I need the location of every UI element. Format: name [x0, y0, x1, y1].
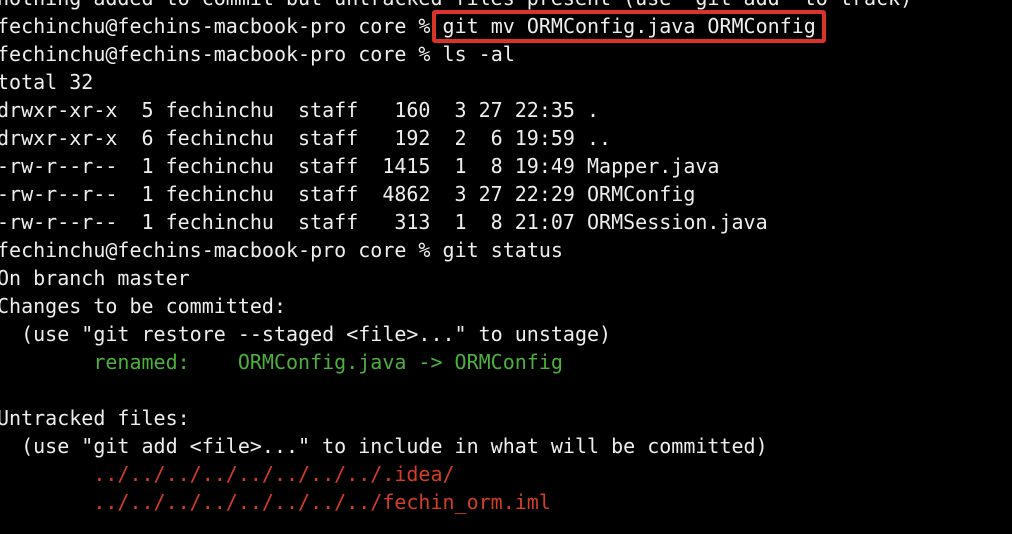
shell-command: git status — [442, 238, 563, 262]
terminal-line: ../../../../../../../../.idea/ — [0, 460, 912, 488]
terminal-line: -rw-r--r-- 1 fechinchu staff 1415 1 8 19… — [0, 152, 912, 180]
terminal-line: drwxr-xr-x 6 fechinchu staff 192 2 6 19:… — [0, 124, 912, 152]
ls-entry: -rw-r--r-- 1 fechinchu staff 313 1 8 21:… — [0, 210, 768, 234]
terminal-line: Untracked files: — [0, 404, 912, 432]
terminal-line: Changes to be committed: — [0, 292, 912, 320]
terminal-line: fechinchu@fechins-macbook-pro core % git… — [0, 236, 912, 264]
ls-total: total 32 — [0, 70, 94, 94]
terminal-line: total 32 — [0, 68, 912, 96]
terminal-line: drwxr-xr-x 5 fechinchu staff 160 3 27 22… — [0, 96, 912, 124]
shell-prompt: fechinchu@fechins-macbook-pro core % — [0, 238, 443, 262]
shell-command: ls -al — [442, 42, 515, 66]
untracked-hint: (use "git add <file>..." to include in w… — [0, 434, 768, 458]
terminal-line: -rw-r--r-- 1 fechinchu staff 313 1 8 21:… — [0, 208, 912, 236]
terminal-line: fechinchu@fechins-macbook-pro core % ls … — [0, 40, 912, 68]
shell-prompt: fechinchu@fechins-macbook-pro core % — [0, 42, 443, 66]
terminal-output: nothing added to commit but untracked fi… — [0, 0, 912, 516]
staged-hint: (use "git restore --staged <file>..." to… — [0, 322, 612, 346]
renamed-file-entry: renamed: ORMConfig.java -> ORMConfig — [0, 350, 563, 374]
terminal-line: (use "git restore --staged <file>..." to… — [0, 320, 912, 348]
terminal-line: On branch master — [0, 264, 912, 292]
ls-entry: drwxr-xr-x 6 fechinchu staff 192 2 6 19:… — [0, 126, 612, 150]
terminal-window[interactable]: nothing added to commit but untracked fi… — [0, 0, 1012, 534]
branch-status: On branch master — [0, 266, 190, 290]
terminal-line: ../../../../../../../../fechin_orm.iml — [0, 488, 912, 516]
git-status-message: nothing added to commit but untracked fi… — [0, 0, 912, 10]
terminal-line: (use "git add <file>..." to include in w… — [0, 432, 912, 460]
terminal-line: -rw-r--r-- 1 fechinchu staff 4862 3 27 2… — [0, 180, 912, 208]
shell-prompt: fechinchu@fechins-macbook-pro core % — [0, 14, 443, 38]
untracked-file-entry: ../../../../../../../../.idea/ — [0, 462, 455, 486]
terminal-line: renamed: ORMConfig.java -> ORMConfig — [0, 348, 912, 376]
command-highlight-box — [432, 10, 826, 43]
ls-entry: -rw-r--r-- 1 fechinchu staff 1415 1 8 19… — [0, 154, 720, 178]
untracked-file-entry: ../../../../../../../../fechin_orm.iml — [0, 490, 551, 514]
staged-header: Changes to be committed: — [0, 294, 286, 318]
untracked-header: Untracked files: — [0, 406, 190, 430]
ls-entry: -rw-r--r-- 1 fechinchu staff 4862 3 27 2… — [0, 182, 696, 206]
ls-entry: drwxr-xr-x 5 fechinchu staff 160 3 27 22… — [0, 98, 600, 122]
